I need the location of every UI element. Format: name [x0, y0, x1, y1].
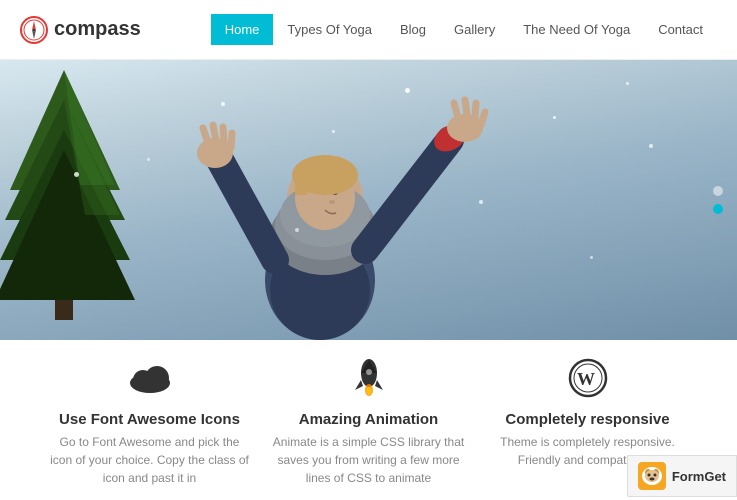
child-figure — [120, 60, 600, 340]
features-section: Use Font Awesome Icons Go to Font Awesom… — [0, 340, 737, 487]
nav-item-blog[interactable]: Blog — [386, 14, 440, 45]
feature-animation: Amazing Animation Animate is a simple CS… — [269, 358, 469, 487]
formget-label: FormGet — [672, 469, 726, 484]
compass-icon — [20, 16, 48, 44]
nav-item-types[interactable]: Types Of Yoga — [273, 14, 386, 45]
hero-section — [0, 60, 737, 340]
feature-2-desc: Animate is a simple CSS library that sav… — [269, 433, 469, 487]
rocket-icon — [349, 358, 389, 403]
feature-3-title: Completely responsive — [505, 411, 669, 428]
feature-2-title: Amazing Animation — [299, 411, 438, 428]
feature-responsive: W Completely responsive Theme is complet… — [488, 358, 688, 469]
wordpress-icon: W — [568, 358, 608, 403]
carousel-dot-1[interactable] — [713, 186, 723, 196]
feature-1-desc: Go to Font Awesome and pick the icon of … — [50, 433, 250, 487]
main-nav: Home Types Of Yoga Blog Gallery The Need… — [211, 14, 717, 45]
svg-text:W: W — [577, 369, 595, 389]
header: compass Home Types Of Yoga Blog Gallery … — [0, 0, 737, 60]
formget-logo — [638, 462, 666, 490]
formget-badge[interactable]: FormGet — [627, 455, 737, 497]
feature-1-title: Use Font Awesome Icons — [59, 411, 240, 428]
nav-item-gallery[interactable]: Gallery — [440, 14, 509, 45]
nav-item-contact[interactable]: Contact — [644, 14, 717, 45]
cloud-icon — [125, 358, 175, 403]
carousel-dots — [713, 186, 723, 214]
nav-item-need[interactable]: The Need Of Yoga — [509, 14, 644, 45]
nav-item-home[interactable]: Home — [211, 14, 274, 45]
feature-icons: Use Font Awesome Icons Go to Font Awesom… — [50, 358, 250, 487]
carousel-dot-2[interactable] — [713, 204, 723, 214]
logo-text: compass — [54, 18, 141, 41]
logo[interactable]: compass — [20, 16, 141, 44]
